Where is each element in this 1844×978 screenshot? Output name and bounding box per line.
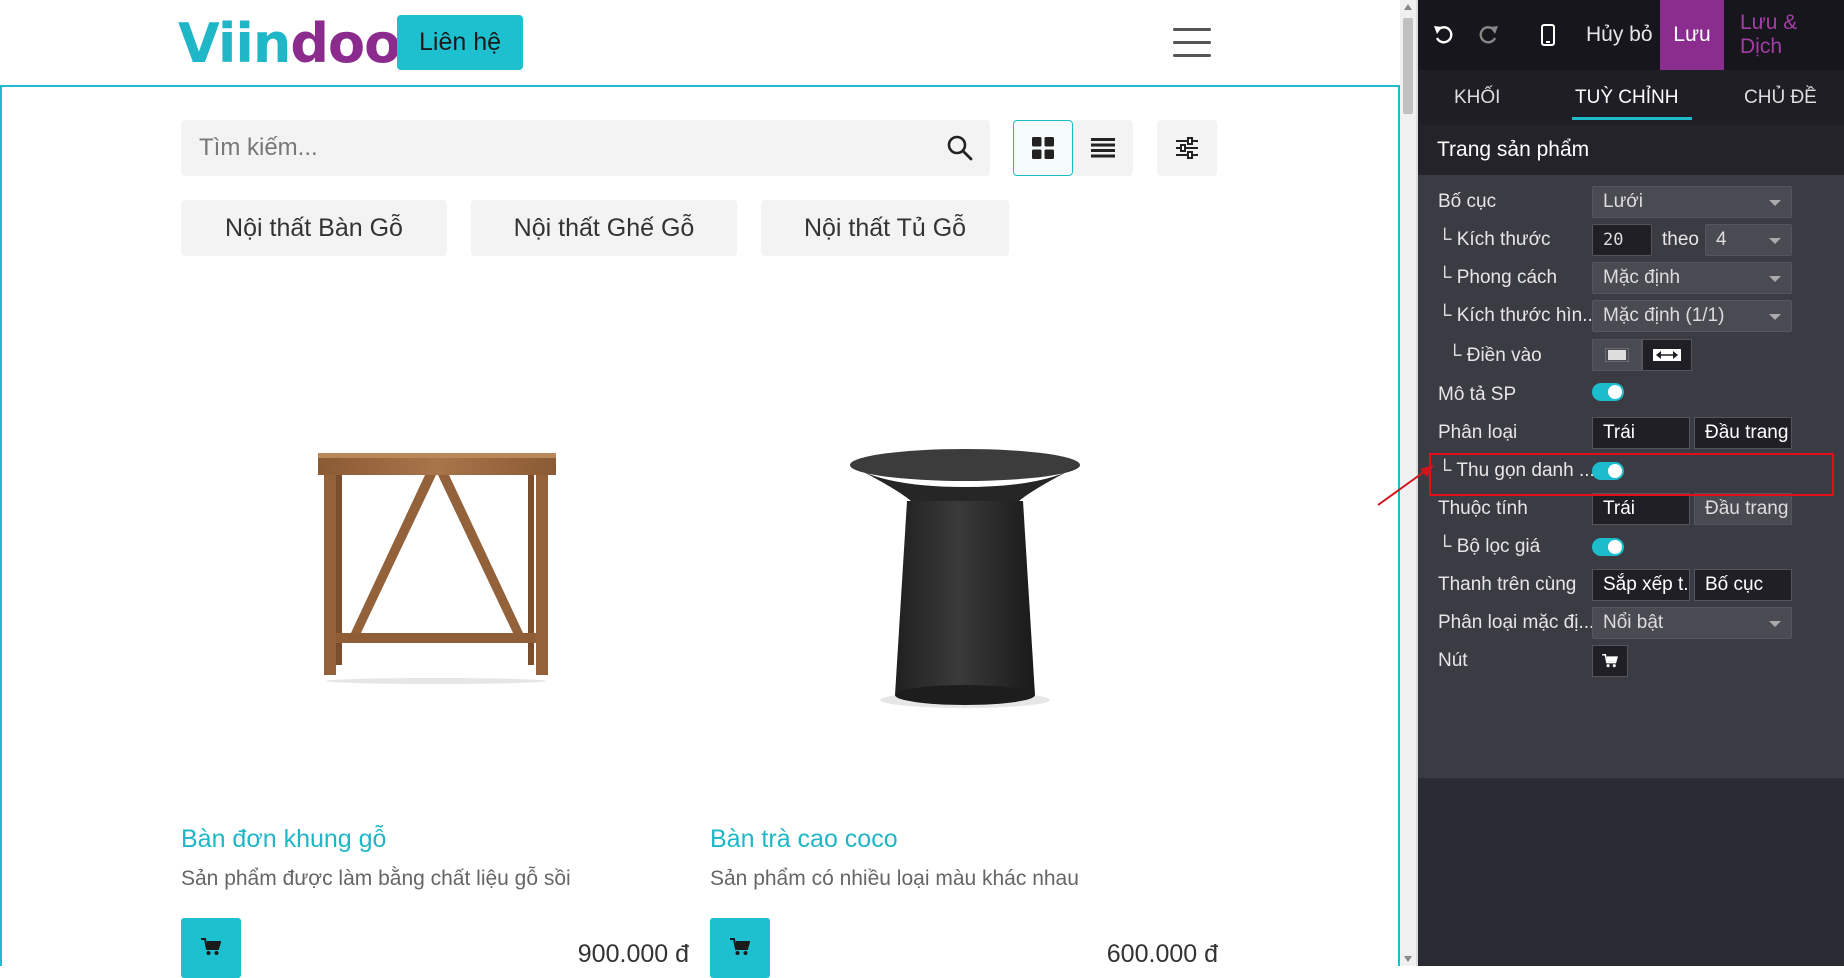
default-sort-select[interactable]: Nổi bật <box>1592 607 1792 639</box>
grid-icon <box>1032 137 1054 159</box>
category-left-button[interactable]: Trái <box>1592 417 1690 449</box>
tab-blocks[interactable]: KHỐI <box>1454 70 1500 125</box>
columns-value: 4 <box>1716 229 1727 250</box>
price-filter-toggle[interactable] <box>1592 538 1624 556</box>
layout-select[interactable]: Lưới <box>1592 186 1792 218</box>
arrows-horizontal-icon <box>1653 349 1681 361</box>
chevron-down-icon <box>1769 621 1781 627</box>
search-bar <box>181 120 990 176</box>
cart-icon <box>201 938 221 955</box>
add-to-cart-button-2[interactable] <box>710 918 770 978</box>
highlight-box <box>1429 453 1834 496</box>
product-image-coco-table[interactable] <box>845 445 1085 715</box>
annotation-arrow-icon <box>1377 465 1434 506</box>
category-button-chairs[interactable]: Nội thất Ghế Gỗ <box>471 200 737 256</box>
top-bar-sort-button[interactable]: Sắp xếp t... <box>1592 569 1690 601</box>
columns-select[interactable]: 4 <box>1705 224 1792 256</box>
style-select[interactable]: Mặc định <box>1592 262 1792 294</box>
description-toggle[interactable] <box>1592 383 1624 401</box>
image-size-select[interactable]: Mặc định (1/1) <box>1592 300 1792 332</box>
style-label: └ Phong cách <box>1438 267 1558 288</box>
add-to-cart-toggle-button[interactable] <box>1592 645 1628 677</box>
site-header: Viindoo Liên hệ <box>0 0 1400 85</box>
save-and-translate-button[interactable]: Lưu & Dịch <box>1740 0 1844 70</box>
logo-part-1: Viin <box>178 12 291 75</box>
chevron-down-icon <box>1769 200 1781 206</box>
sliders-icon <box>1176 137 1198 159</box>
image-contain-icon <box>1605 348 1629 362</box>
product-desc-2: Sản phẩm có nhiều loại màu khác nhau <box>710 867 1079 890</box>
size-input[interactable]: 20 <box>1592 224 1652 256</box>
category-button-cabinets[interactable]: Nội thất Tủ Gỗ <box>761 200 1009 256</box>
fill-label: └ Điền vào <box>1448 345 1542 366</box>
cart-icon <box>730 938 750 955</box>
size-label: └ Kích thước <box>1438 229 1551 250</box>
list-icon <box>1091 138 1115 158</box>
discard-button[interactable]: Hủy bỏ <box>1586 0 1653 70</box>
website-preview: Viindoo Liên hệ Nội thất Bàn Gỗ Nội thất… <box>0 0 1400 978</box>
contact-button[interactable]: Liên hệ <box>397 15 523 70</box>
chevron-down-icon <box>1769 276 1781 282</box>
product-price-2: 600.000 đ <box>1106 940 1218 968</box>
tab-theme[interactable]: CHỦ ĐỀ <box>1744 70 1817 125</box>
attributes-left-button[interactable]: Trái <box>1592 493 1690 525</box>
attributes-label: Thuộc tính <box>1438 498 1528 519</box>
grid-view-button[interactable] <box>1013 120 1073 176</box>
search-input[interactable] <box>199 120 899 176</box>
mobile-preview-icon[interactable] <box>1535 22 1561 48</box>
save-button[interactable]: Lưu <box>1660 0 1724 70</box>
price-filter-label: └ Bộ lọc giá <box>1438 536 1541 557</box>
default-sort-label: Phân loại mặc đị... <box>1438 612 1595 633</box>
site-logo[interactable]: Viindoo <box>178 12 401 76</box>
product-image-wooden-table[interactable] <box>310 445 560 685</box>
category-top-button[interactable]: Đầu trang <box>1694 417 1792 449</box>
scroll-down-icon[interactable] <box>1404 956 1412 962</box>
top-bar-label: Thanh trên cùng <box>1438 574 1577 595</box>
fill-stretch-button[interactable] <box>1642 339 1692 371</box>
image-size-value: Mặc định (1/1) <box>1603 305 1725 326</box>
cart-icon <box>1602 654 1618 668</box>
logo-part-2: doo <box>290 12 401 75</box>
search-icon[interactable] <box>946 134 974 162</box>
scroll-up-icon[interactable] <box>1404 4 1412 10</box>
layout-label: Bố cục <box>1438 191 1497 212</box>
image-size-label: └ Kích thước hìn... <box>1438 305 1599 326</box>
product-title-2[interactable]: Bàn trà cao coco <box>710 825 898 854</box>
product-price-1: 900.000 đ <box>577 940 689 968</box>
list-view-button[interactable] <box>1073 120 1133 176</box>
section-title: Trang sản phẩm <box>1437 138 1590 161</box>
button-label: Nút <box>1438 650 1468 671</box>
panel-empty-area <box>1418 778 1844 966</box>
style-value: Mặc định <box>1603 267 1681 288</box>
default-sort-value: Nổi bật <box>1603 612 1664 633</box>
editor-toolbar: Hủy bỏ Lưu Lưu & Dịch <box>1418 0 1844 70</box>
product-title-1[interactable]: Bàn đơn khung gỗ <box>181 825 386 854</box>
layout-value: Lưới <box>1603 191 1643 212</box>
active-tab-indicator <box>1572 117 1692 120</box>
chevron-down-icon <box>1769 314 1781 320</box>
scrollbar-thumb[interactable] <box>1403 18 1413 114</box>
attributes-top-button[interactable]: Đầu trang <box>1694 493 1792 525</box>
category-label: Phân loại <box>1438 422 1518 443</box>
chevron-down-icon <box>1769 238 1781 244</box>
redo-icon[interactable] <box>1475 22 1501 48</box>
category-button-tables[interactable]: Nội thất Bàn Gỗ <box>181 200 447 256</box>
product-desc-1: Sản phẩm được làm bằng chất liệu gỗ sồi <box>181 867 571 890</box>
top-bar-layout-button[interactable]: Bố cục <box>1694 569 1792 601</box>
undo-icon[interactable] <box>1431 22 1457 48</box>
add-to-cart-button-1[interactable] <box>181 918 241 978</box>
menu-icon[interactable] <box>1173 28 1211 58</box>
fill-contain-button[interactable] <box>1592 339 1642 371</box>
section-header: Trang sản phẩm <box>1418 125 1844 175</box>
filter-button[interactable] <box>1157 120 1217 176</box>
description-label: Mô tả SP <box>1438 384 1517 405</box>
size-by-label: theo <box>1662 229 1699 250</box>
